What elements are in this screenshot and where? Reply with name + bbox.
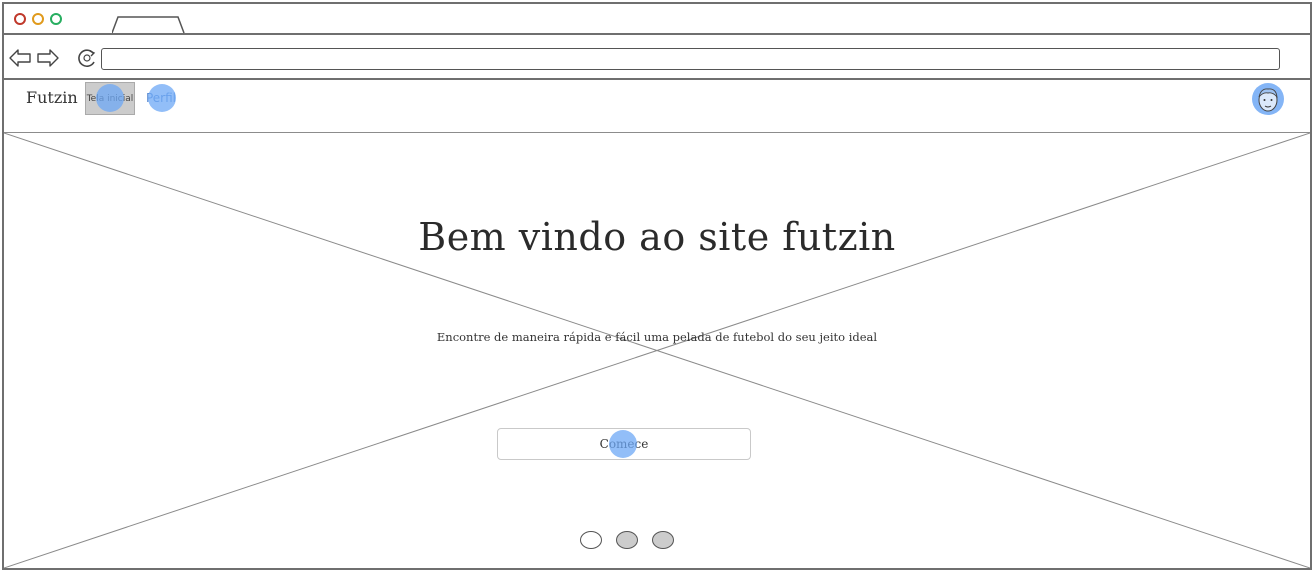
hero-image-placeholder: Bem vindo ao site futzin Encontre de man… [4, 133, 1310, 568]
carousel-dot-1[interactable] [580, 531, 602, 549]
maximize-window-button[interactable] [50, 13, 62, 25]
nav-link-tela-inicial[interactable]: Tela inicial [85, 82, 135, 115]
nav-link-perfil[interactable]: Perfil [144, 82, 178, 115]
hero-subtitle: Encontre de maneira rápida e fácil uma p… [436, 330, 878, 344]
carousel-dot-3[interactable] [652, 531, 674, 549]
minimize-window-button[interactable] [32, 13, 44, 25]
url-input[interactable] [101, 48, 1280, 70]
nav-link-label: Tela inicial [86, 94, 134, 104]
carousel-dot-2[interactable] [616, 531, 638, 549]
nav-link-label: Perfil [145, 91, 177, 105]
close-window-button[interactable] [14, 13, 26, 25]
site-navbar: Futzin Tela inicial Perfil [4, 80, 1310, 133]
back-arrow-icon[interactable] [8, 47, 32, 69]
comece-button[interactable]: Comece [497, 428, 751, 460]
hero-title: Bem vindo ao site futzin [418, 215, 896, 259]
brand-logo-text[interactable]: Futzin [26, 88, 78, 107]
title-bar [4, 4, 1310, 35]
browser-window: Futzin Tela inicial Perfil Bem vindo ao … [2, 2, 1312, 570]
browser-tab[interactable] [112, 16, 186, 34]
reload-icon[interactable] [76, 47, 100, 69]
address-bar-row [4, 35, 1310, 80]
forward-arrow-icon[interactable] [36, 47, 60, 69]
comece-button-label: Comece [599, 437, 649, 451]
image-placeholder-cross [4, 133, 1310, 568]
user-avatar-icon[interactable] [1252, 83, 1284, 115]
carousel-indicators [580, 531, 680, 553]
